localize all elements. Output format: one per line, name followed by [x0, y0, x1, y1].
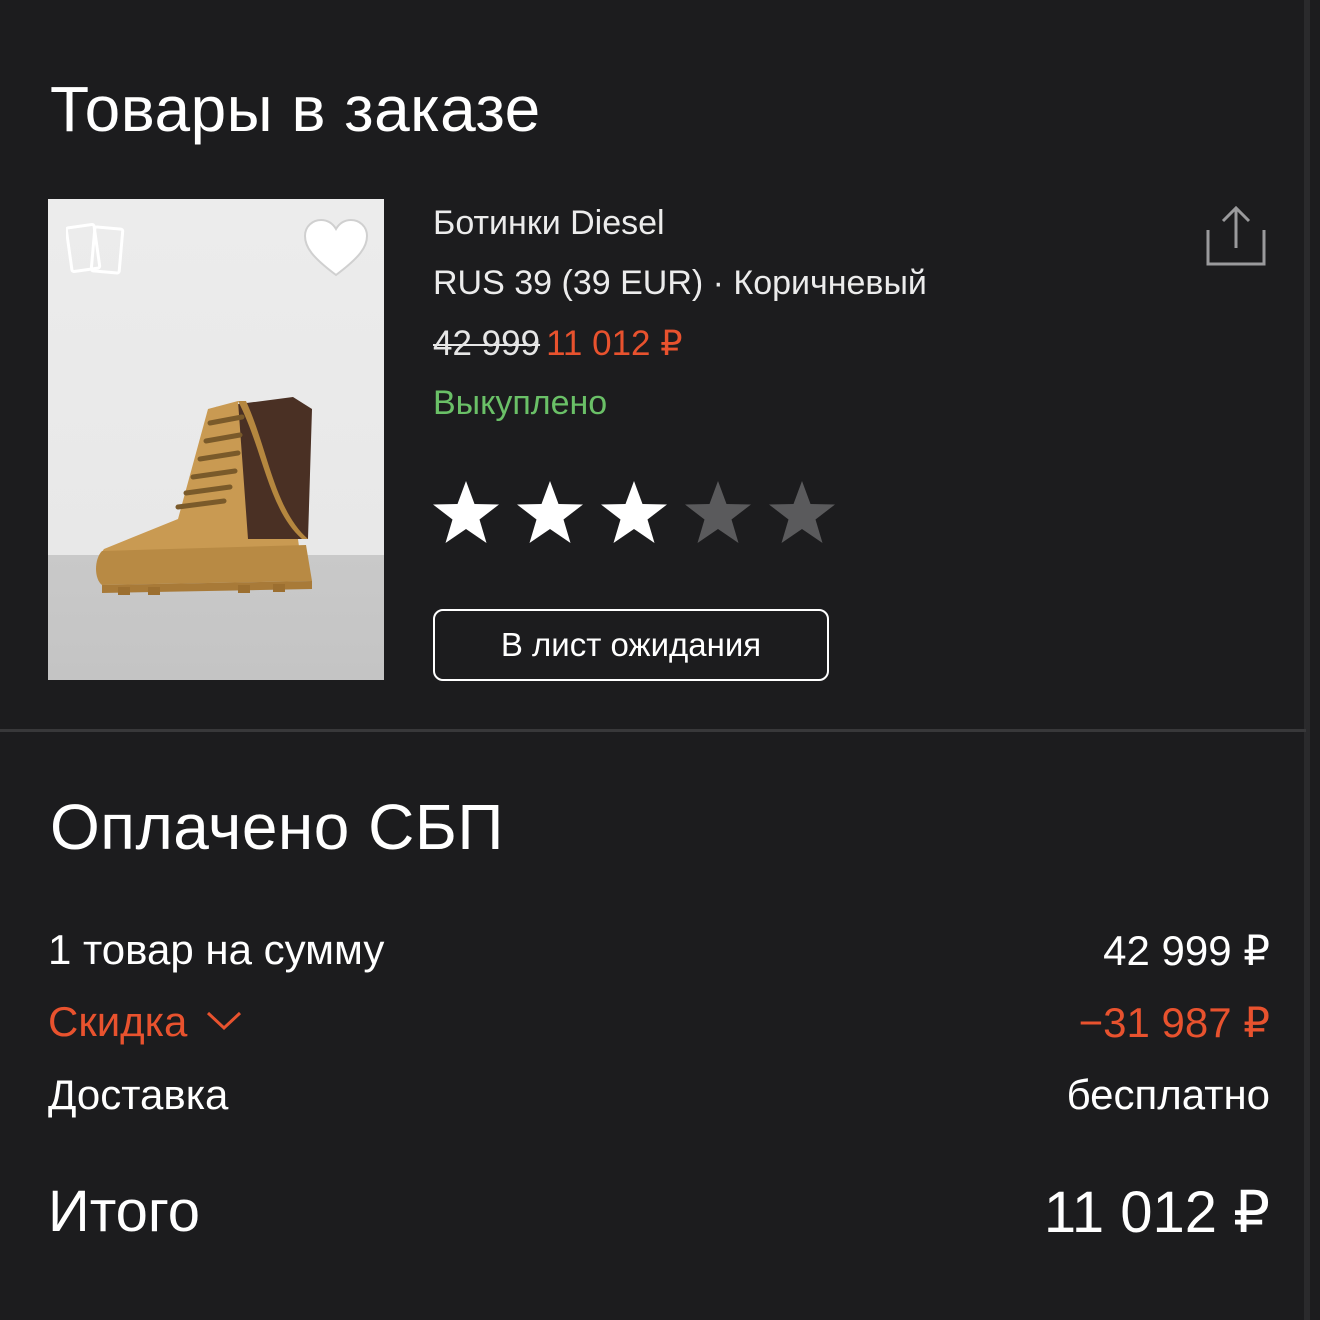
share-icon[interactable]	[1203, 204, 1269, 268]
product-variant: RUS 39 (39 EUR) · Коричневый	[433, 264, 927, 302]
section-divider	[0, 729, 1306, 732]
discount-value: −31 987 ₽	[1078, 999, 1270, 1046]
total-label: Итого	[48, 1179, 200, 1244]
compare-icon[interactable]	[66, 221, 128, 277]
discount-label: Скидка	[48, 998, 188, 1045]
items-total-label: 1 товар на сумму	[48, 926, 385, 973]
heart-icon[interactable]	[302, 217, 370, 279]
waitlist-button[interactable]: В лист ожидания	[433, 609, 829, 681]
total-value: 11 012 ₽	[1043, 1180, 1270, 1245]
payment-title: Оплачено СБП	[50, 791, 504, 863]
star-icon[interactable]	[599, 478, 669, 548]
order-items-title: Товары в заказе	[50, 73, 541, 145]
delivery-label: Доставка	[48, 1071, 229, 1118]
price-row: 42 999 11 012 ₽	[433, 324, 683, 364]
star-icon[interactable]	[767, 478, 837, 548]
scrollbar[interactable]	[1304, 0, 1310, 1320]
chevron-down-icon[interactable]	[205, 1010, 243, 1032]
star-icon[interactable]	[515, 478, 585, 548]
star-icon[interactable]	[431, 478, 501, 548]
new-price: 11 012 ₽	[546, 324, 683, 363]
product-name[interactable]: Ботинки Diesel	[433, 204, 665, 243]
order-status: Выкуплено	[433, 384, 608, 422]
boot-image	[96, 397, 312, 595]
old-price: 42 999	[433, 324, 541, 363]
items-total-value: 42 999 ₽	[1103, 927, 1270, 974]
product-image[interactable]	[48, 199, 384, 680]
star-icon[interactable]	[683, 478, 753, 548]
star-rating[interactable]	[431, 478, 837, 548]
discount-toggle[interactable]: Скидка	[48, 998, 243, 1046]
delivery-value: бесплатно	[1066, 1071, 1270, 1118]
